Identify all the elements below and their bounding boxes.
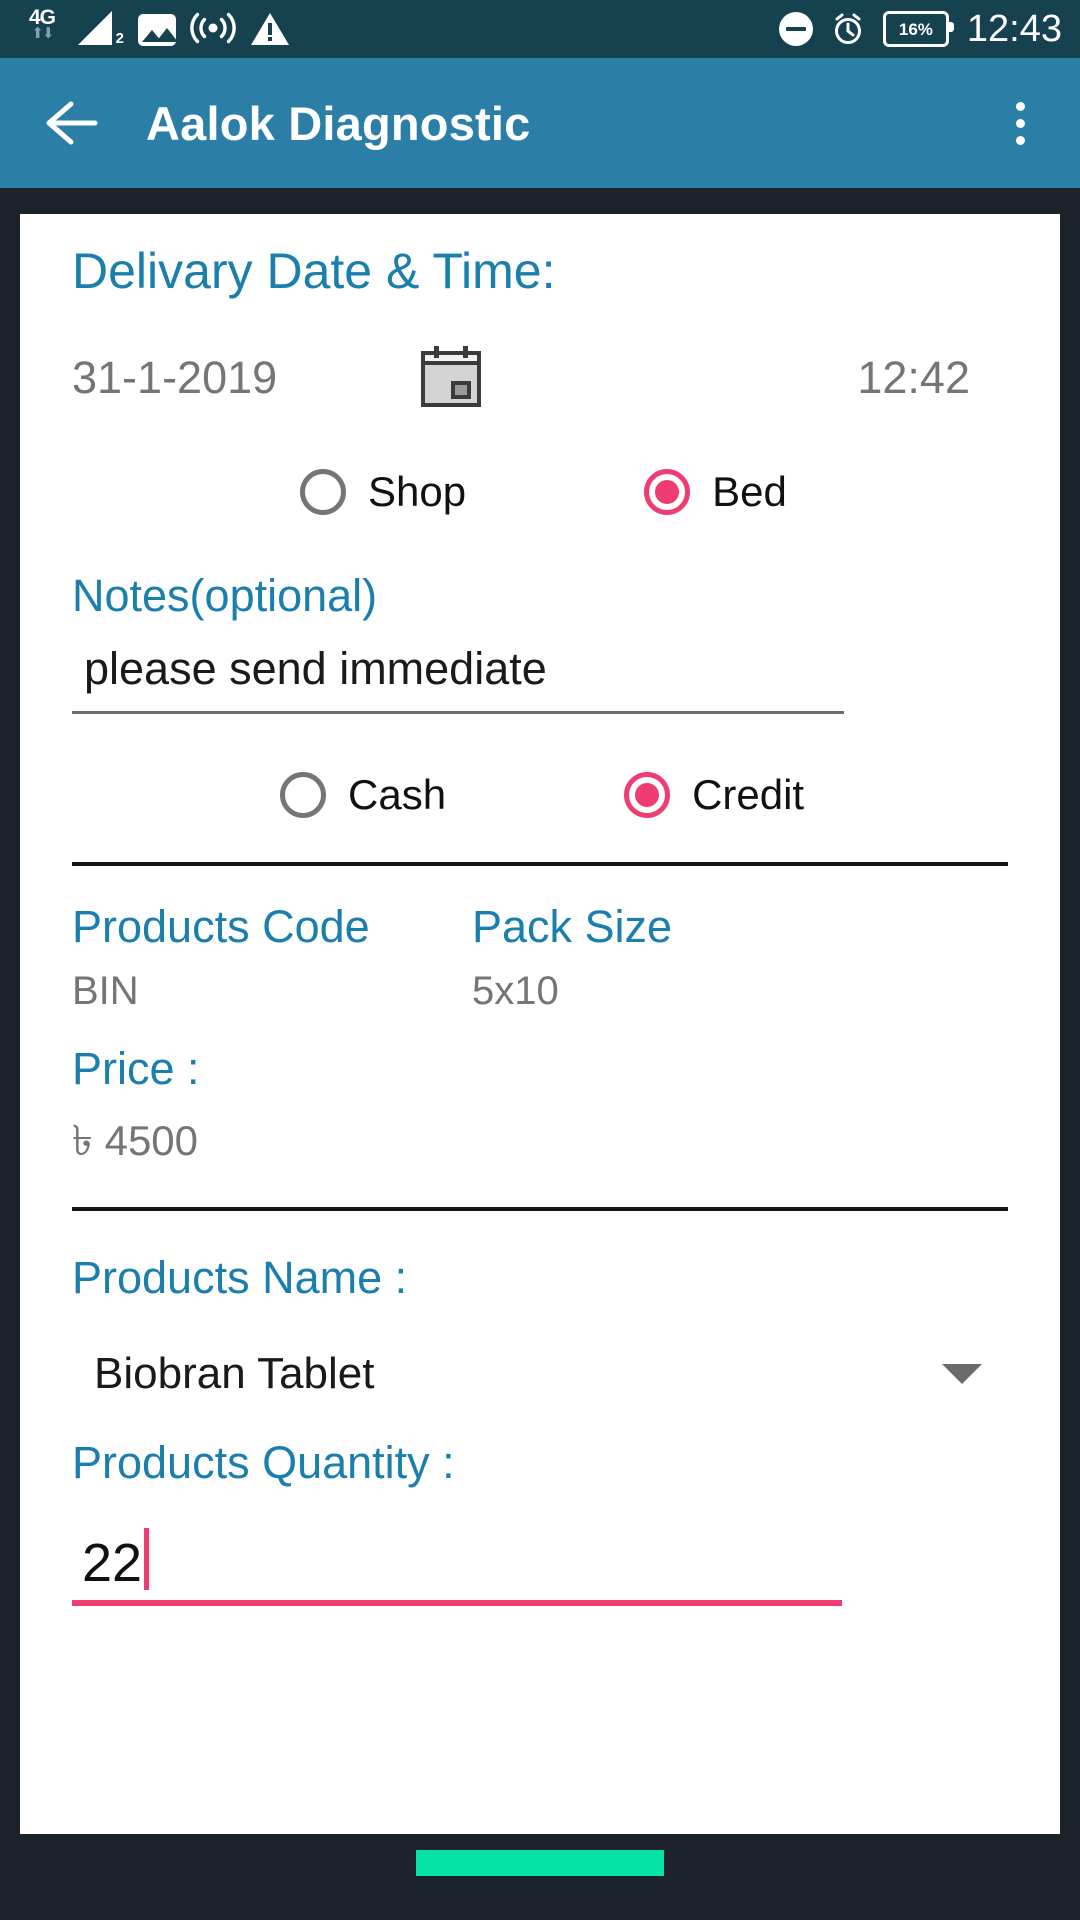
price-value: ৳ 4500 [72, 1116, 199, 1164]
notes-input-value: please send immediate [84, 642, 547, 694]
status-bar-clock: 12:43 [966, 7, 1062, 50]
product-meta-row: Products Code BIN Pack Size 5x10 [72, 900, 1008, 1015]
products-code-value: BIN [72, 969, 139, 1013]
radio-label-bed: Bed [712, 468, 787, 515]
back-button[interactable] [34, 87, 106, 159]
payment-method-radio-group: Cash Credit [72, 758, 1008, 832]
pack-size-value: 5x10 [472, 969, 559, 1013]
products-name-dropdown[interactable]: Biobran Tablet [72, 1336, 1008, 1412]
order-form-card: Delivary Date & Time: 31-1-2019 12:42 Sh… [20, 214, 1060, 1834]
radio-option-credit[interactable]: Credit [624, 771, 804, 819]
divider-above-product-name [72, 1206, 1008, 1211]
data-transfer-arrows-icon: ⬆⬇ [31, 25, 54, 42]
delivery-time-value[interactable]: 12:42 [857, 352, 1008, 404]
products-quantity-label: Products Quantity : [72, 1437, 455, 1488]
notes-input[interactable]: please send immediate [72, 643, 844, 714]
radio-circle-shop[interactable] [300, 469, 346, 515]
delivery-datetime-label: Delivary Date & Time: [72, 243, 556, 299]
image-icon [138, 14, 176, 46]
notes-label: Notes(optional) [72, 570, 378, 621]
overflow-menu-icon[interactable] [990, 83, 1050, 163]
products-code-cell: Products Code BIN [72, 900, 472, 1015]
radio-circle-cash[interactable] [280, 771, 326, 818]
signal-icon: 2 [78, 9, 124, 51]
chevron-down-icon[interactable] [942, 1364, 982, 1384]
home-indicator[interactable] [416, 1850, 664, 1876]
radio-option-shop[interactable]: Shop [300, 468, 466, 516]
home-indicator-area [0, 1850, 1080, 1876]
radio-option-cash[interactable]: Cash [280, 771, 446, 819]
do-not-disturb-icon [778, 12, 813, 46]
delivery-datetime-row: 31-1-2019 12:42 [72, 335, 1008, 421]
cast-icon [190, 9, 236, 47]
radio-circle-credit[interactable] [624, 771, 671, 818]
page-background: Delivary Date & Time: 31-1-2019 12:42 Sh… [0, 188, 1080, 1920]
products-quantity-value: 22 [82, 1532, 143, 1593]
warning-icon [250, 11, 290, 47]
status-bar-left-icons: 4G ⬆⬇ 2 [20, 7, 290, 51]
radio-label-cash: Cash [348, 770, 447, 818]
products-quantity-input[interactable]: 22 [72, 1527, 842, 1606]
products-name-selected-value: Biobran Tablet [94, 1349, 375, 1398]
divider-above-products [72, 861, 1008, 866]
page-title: Aalok Diagnostic [146, 96, 531, 150]
battery-percent-label: 16% [898, 19, 933, 39]
signal-sim-label: 2 [115, 30, 124, 47]
products-code-label: Products Code [72, 900, 370, 952]
price-label: Price : [72, 1043, 200, 1094]
status-bar: 4G ⬆⬇ 2 16% 12:43 [0, 0, 1080, 58]
calendar-icon[interactable] [420, 345, 482, 411]
radio-option-bed[interactable]: Bed [644, 468, 787, 516]
products-name-label: Products Name : [72, 1251, 408, 1303]
delivery-date-value[interactable]: 31-1-2019 [72, 352, 402, 404]
app-bar: Aalok Diagnostic [0, 58, 1080, 188]
delivery-location-radio-group: Shop Bed [72, 455, 1008, 529]
pack-size-label: Pack Size [472, 900, 673, 952]
radio-label-credit: Credit [692, 770, 805, 818]
status-bar-right-icons: 16% 12:43 [778, 7, 1062, 51]
4g-icon: 4G ⬆⬇ [20, 7, 64, 51]
text-cursor [144, 1527, 150, 1590]
alarm-icon [831, 12, 865, 46]
radio-label-shop: Shop [368, 468, 467, 515]
pack-size-cell: Pack Size 5x10 [472, 900, 1008, 1015]
battery-icon: 16% [882, 11, 954, 47]
radio-circle-bed[interactable] [644, 469, 691, 515]
